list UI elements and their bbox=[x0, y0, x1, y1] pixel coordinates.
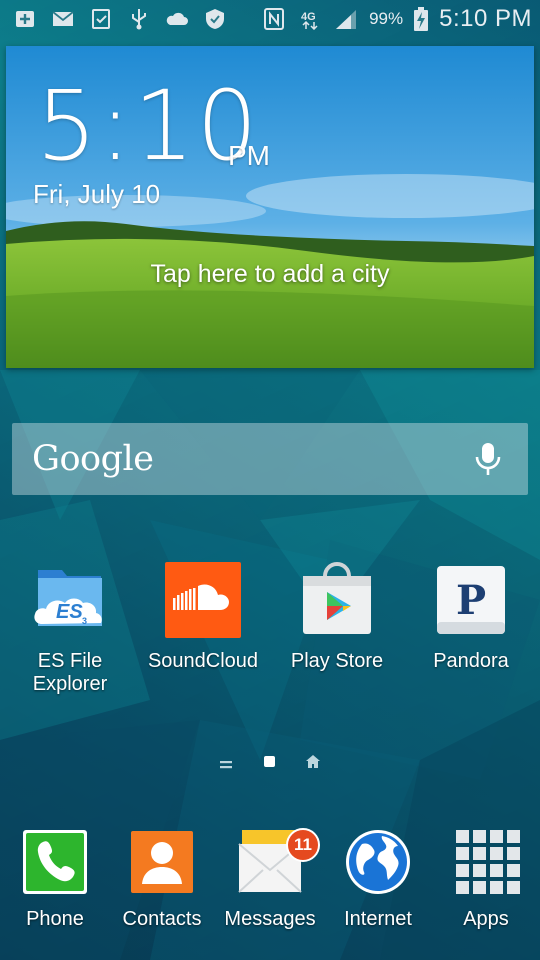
battery-charging-icon bbox=[413, 7, 429, 31]
cloud-icon bbox=[164, 8, 190, 30]
app-label: SoundCloud bbox=[147, 650, 259, 672]
svg-text:4G: 4G bbox=[301, 11, 316, 23]
globe-icon bbox=[344, 828, 412, 896]
dock-label: Apps bbox=[463, 908, 509, 930]
svg-text:P: P bbox=[456, 577, 486, 624]
widget-clock-ampm: PM bbox=[228, 140, 270, 171]
status-bar: 4G 99% 5:10 PM bbox=[0, 0, 540, 38]
app-label: ES File Explorer bbox=[32, 650, 108, 695]
weather-clock-widget[interactable]: 5:10 PM Fri, July 10 Tap here to add a c… bbox=[6, 46, 534, 368]
page-indicator-home-icon[interactable] bbox=[306, 755, 320, 768]
nfc-icon bbox=[261, 8, 287, 30]
svg-text:3: 3 bbox=[82, 616, 87, 626]
phone-icon bbox=[21, 828, 89, 896]
app-play-store[interactable]: Play Store bbox=[272, 562, 402, 673]
widget-clock-time: 5:10 bbox=[36, 70, 260, 182]
battery-percent: 99% bbox=[369, 9, 404, 28]
dock-phone[interactable]: Phone bbox=[0, 828, 110, 931]
4g-icon: 4G bbox=[297, 8, 323, 30]
dock-messages[interactable]: 11 Messages bbox=[215, 828, 325, 931]
dock-label: Contacts bbox=[122, 908, 202, 930]
svg-text:ES: ES bbox=[56, 601, 83, 623]
es-file-explorer-icon: ES 3 bbox=[32, 562, 108, 638]
widget-date: Fri, July 10 bbox=[33, 179, 161, 209]
add-box-icon bbox=[12, 8, 38, 30]
usb-icon bbox=[126, 8, 152, 30]
google-search-bar[interactable]: Google bbox=[12, 423, 528, 495]
play-store-icon bbox=[299, 562, 375, 638]
download-done-icon bbox=[88, 8, 114, 30]
soundcloud-icon bbox=[165, 562, 241, 638]
status-time: 5:10 PM bbox=[439, 5, 532, 32]
messages-icon: 11 bbox=[236, 828, 320, 896]
app-soundcloud[interactable]: SoundCloud bbox=[138, 562, 268, 673]
page-indicator-list-icon[interactable] bbox=[220, 757, 232, 769]
add-city-prompt[interactable]: Tap here to add a city bbox=[6, 260, 534, 289]
microphone-icon[interactable] bbox=[474, 441, 502, 477]
shield-icon bbox=[202, 8, 228, 30]
contacts-icon bbox=[128, 828, 196, 896]
mail-icon bbox=[50, 8, 76, 30]
dock-label: Messages bbox=[224, 908, 316, 930]
page-indicator[interactable] bbox=[0, 754, 540, 770]
apps-grid-icon bbox=[452, 828, 520, 896]
app-pandora[interactable]: P Pandora bbox=[406, 562, 536, 673]
dock-label: Phone bbox=[26, 908, 84, 930]
page-indicator-current-dot[interactable] bbox=[264, 756, 275, 767]
app-label: Pandora bbox=[433, 650, 509, 672]
unread-count-badge: 11 bbox=[286, 828, 320, 862]
signal-icon bbox=[333, 8, 359, 30]
dock-label: Internet bbox=[344, 908, 412, 930]
dock-apps[interactable]: Apps bbox=[431, 828, 540, 931]
app-es-file-explorer[interactable]: ES 3 ES File Explorer bbox=[5, 562, 135, 696]
pandora-icon: P bbox=[433, 562, 509, 638]
google-logo: Google bbox=[32, 439, 154, 479]
dock-contacts[interactable]: Contacts bbox=[107, 828, 217, 931]
dock-internet[interactable]: Internet bbox=[323, 828, 433, 931]
app-label: Play Store bbox=[290, 650, 384, 672]
